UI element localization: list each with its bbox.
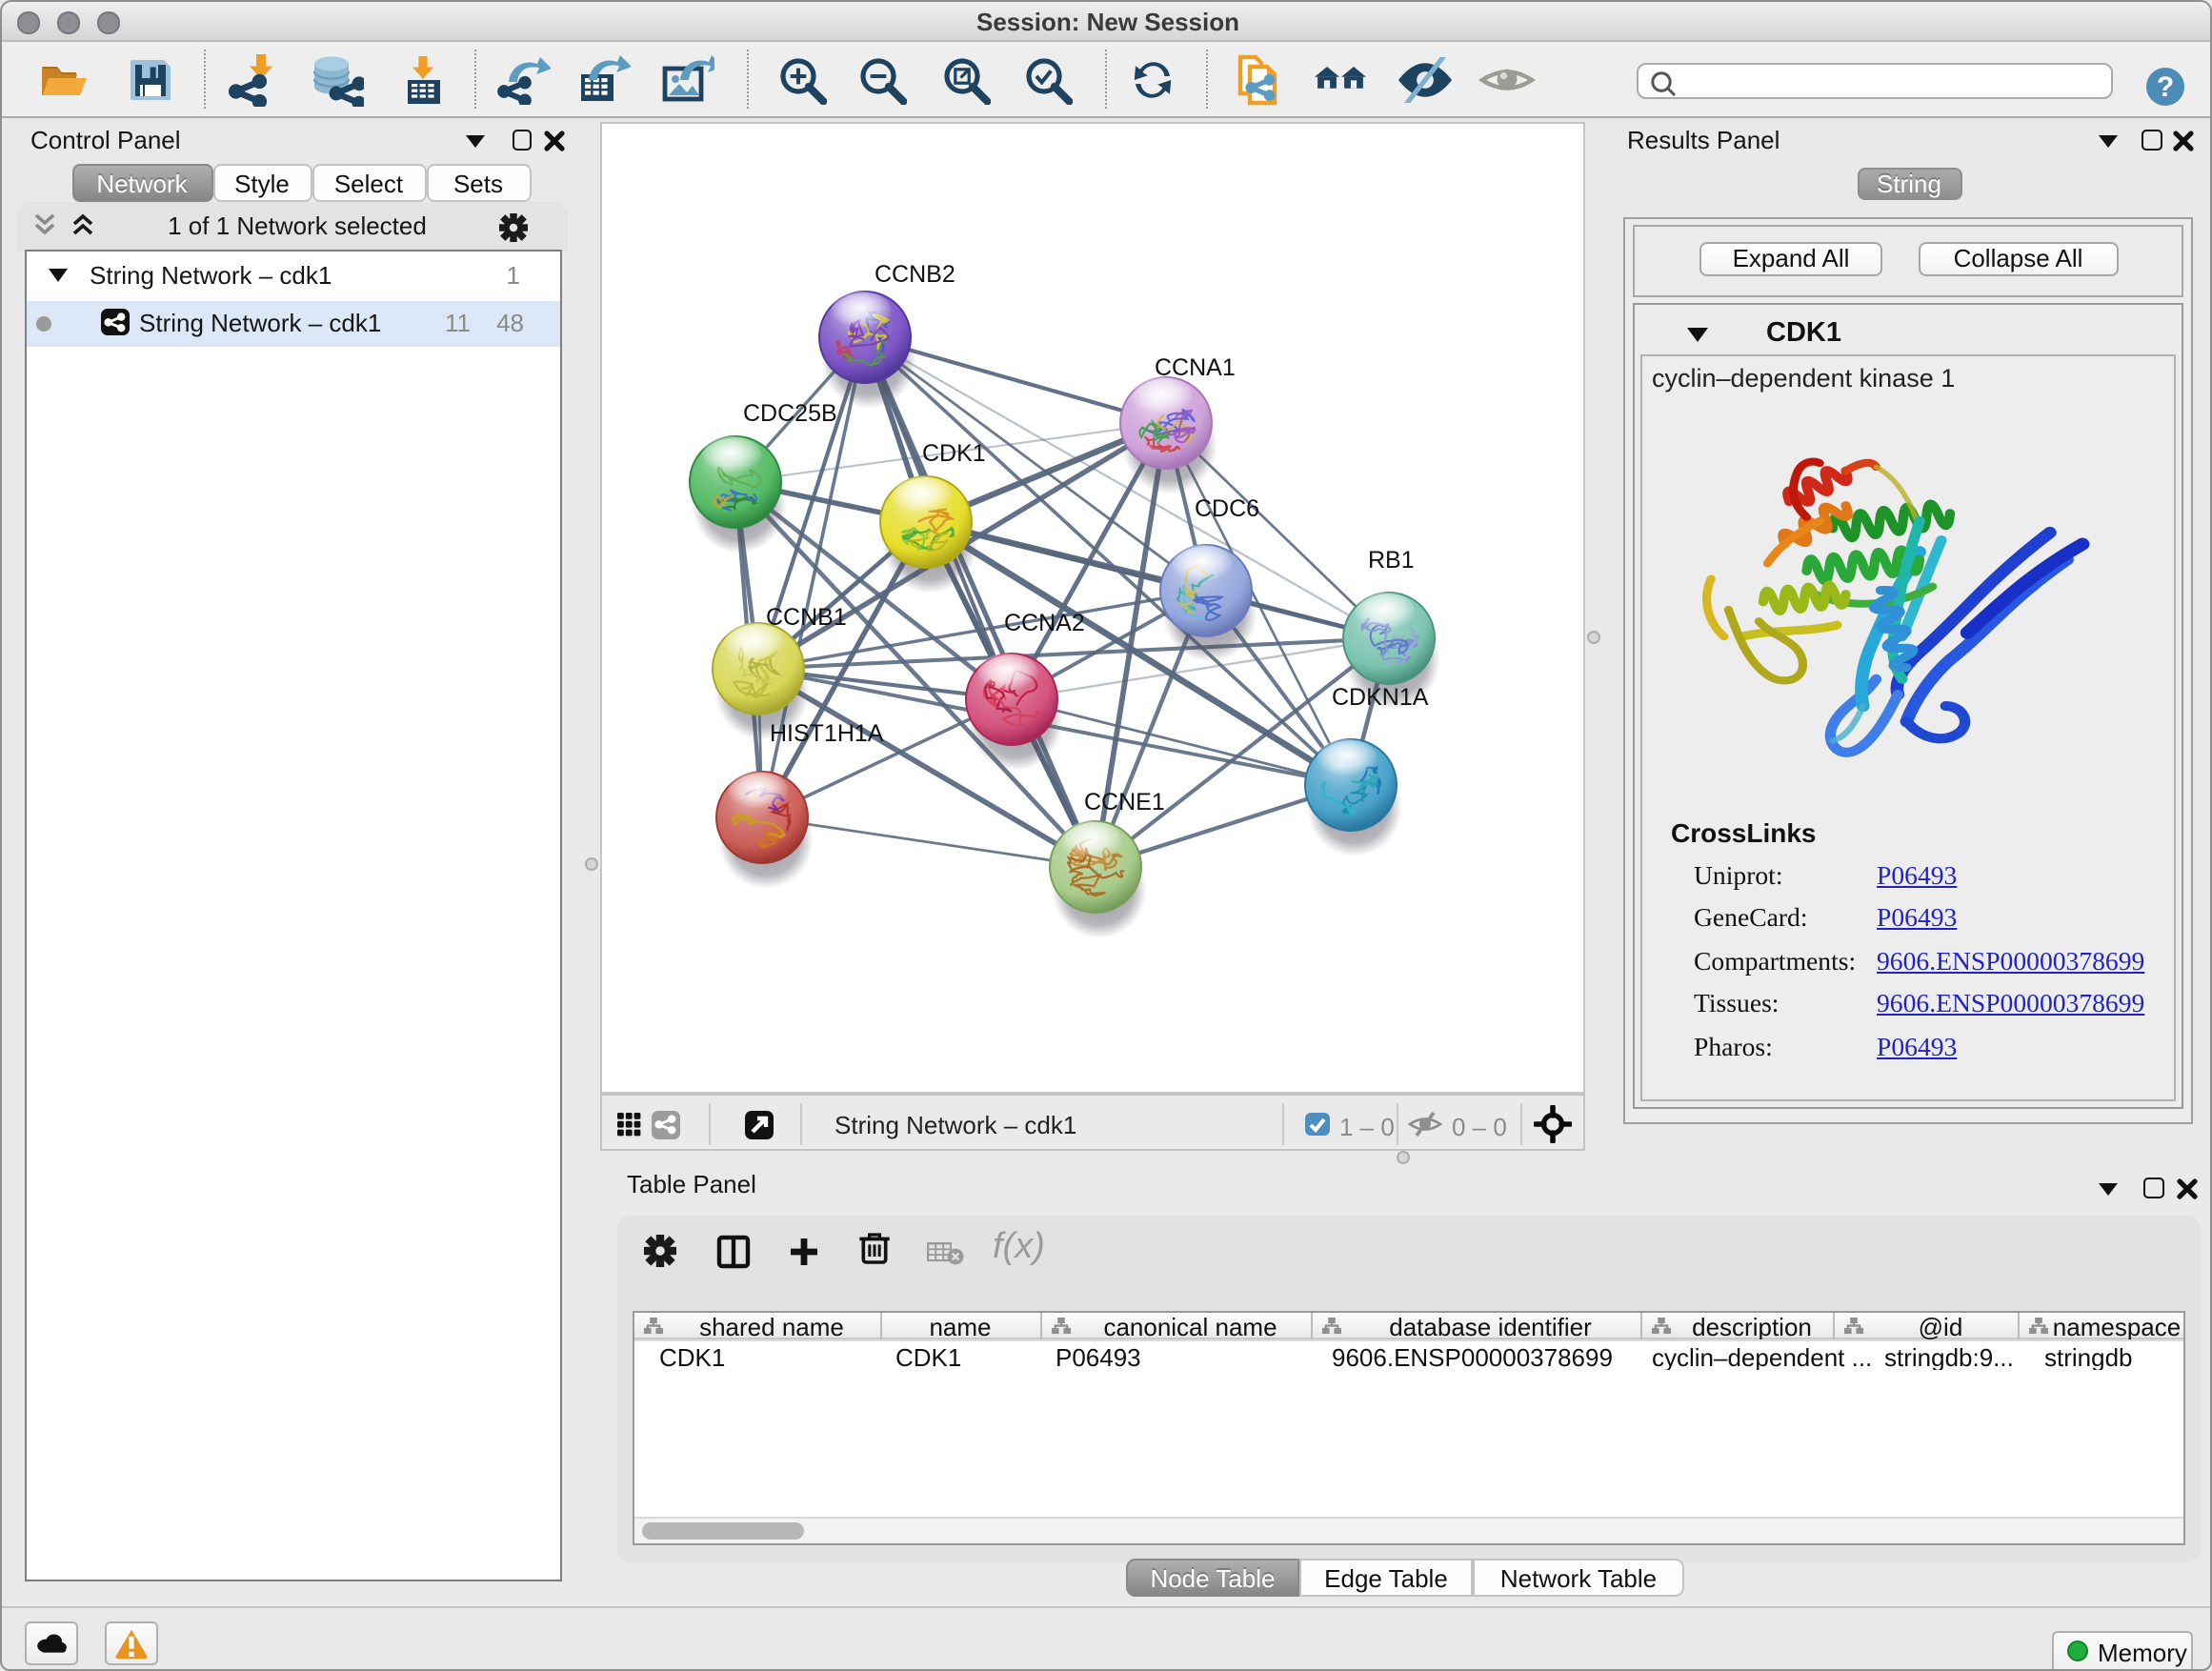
- svg-text:CCNB2: CCNB2: [875, 260, 955, 287]
- svg-text:CDKN1A: CDKN1A: [1332, 683, 1429, 710]
- svg-text:RB1: RB1: [1368, 546, 1415, 573]
- svg-text:CCNA1: CCNA1: [1155, 353, 1236, 380]
- svg-text:CCNB1: CCNB1: [766, 603, 847, 630]
- svg-text:?: ?: [2156, 70, 2173, 102]
- svg-text:CDK1: CDK1: [922, 439, 986, 466]
- svg-text:CDC6: CDC6: [1195, 494, 1259, 521]
- svg-text:CCNA2: CCNA2: [1004, 609, 1085, 635]
- svg-text:CDC25B: CDC25B: [743, 399, 837, 426]
- svg-text:CCNE1: CCNE1: [1084, 788, 1165, 815]
- svg-text:HIST1H1A: HIST1H1A: [770, 719, 884, 746]
